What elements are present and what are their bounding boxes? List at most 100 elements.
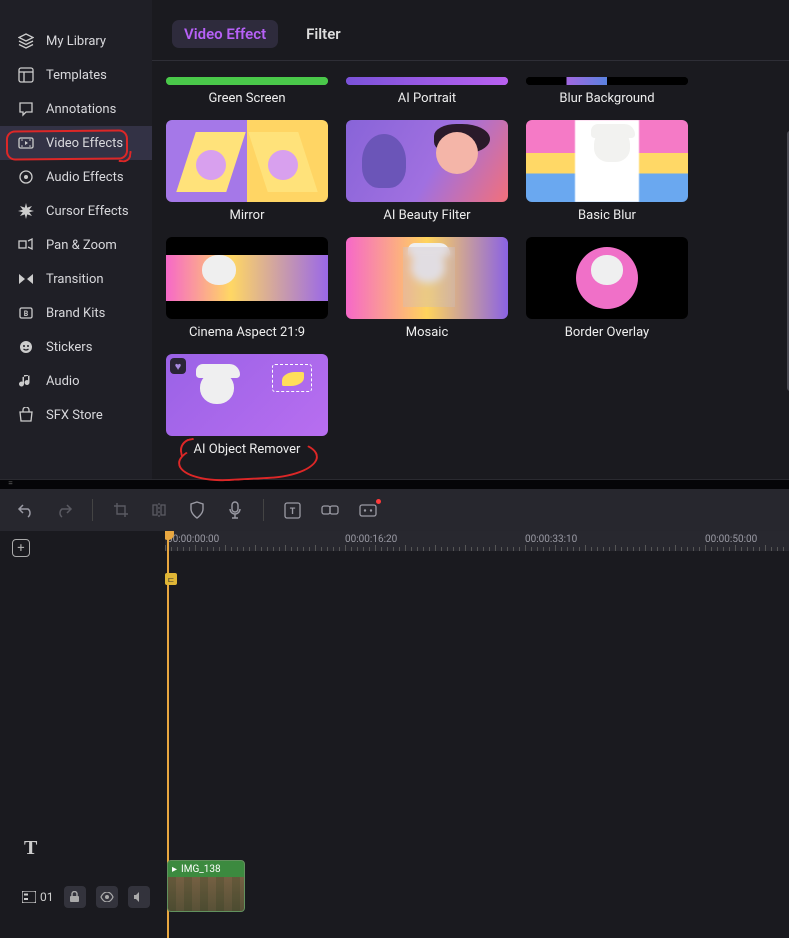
audio-fx-icon <box>18 169 34 185</box>
effect-label: Basic Blur <box>578 208 636 223</box>
sidebar-item-label: Video Effects <box>46 136 123 151</box>
sidebar-item-cursor-effects[interactable]: Cursor Effects <box>0 194 152 228</box>
effect-label: Mosaic <box>406 325 449 340</box>
effect-card-ai-portrait[interactable]: AI Portrait <box>346 77 508 106</box>
effect-thumbnail <box>346 237 508 319</box>
brand-icon: B <box>18 305 34 321</box>
effect-thumbnail <box>166 120 328 202</box>
effect-label: AI Object Remover <box>194 442 301 457</box>
sidebar-item-audio[interactable]: Audio <box>0 364 152 398</box>
effect-thumbnail <box>346 120 508 202</box>
transition-icon <box>18 271 34 287</box>
fx-button[interactable] <box>358 500 378 520</box>
split-button[interactable] <box>149 500 169 520</box>
crop-button[interactable] <box>111 500 131 520</box>
mute-button[interactable] <box>128 886 150 908</box>
layers-icon <box>18 33 34 49</box>
sidebar-item-my-library[interactable]: My Library <box>0 24 152 58</box>
sidebar-item-label: My Library <box>46 34 106 49</box>
audio-icon <box>18 373 34 389</box>
effect-thumbnail <box>166 237 328 319</box>
sidebar-item-audio-effects[interactable]: Audio Effects <box>0 160 152 194</box>
effect-thumbnail: ♥ <box>166 354 328 436</box>
effect-card-mirror[interactable]: Mirror <box>166 120 328 223</box>
video-clip[interactable]: ▸ IMG_138 <box>167 860 245 912</box>
ruler-timestamp: 00:00:00:00 <box>167 534 219 545</box>
tab-bar: Video Effect Filter <box>152 0 789 61</box>
ruler-timestamp: 00:00:33:10 <box>525 534 577 545</box>
sidebar-item-label: Transition <box>46 272 104 287</box>
effect-label: AI Portrait <box>398 91 456 106</box>
shield-button[interactable] <box>187 500 207 520</box>
sidebar-item-label: Audio <box>46 374 79 389</box>
sidebar-item-label: Annotations <box>46 102 116 117</box>
sidebar-item-label: Templates <box>46 68 107 83</box>
effect-card-blur-background[interactable]: Blur Background <box>526 77 688 106</box>
sidebar-item-brand-kits[interactable]: B Brand Kits <box>0 296 152 330</box>
ruler-timestamp: 00:00:16:20 <box>345 534 397 545</box>
text-box-button[interactable]: T <box>282 500 302 520</box>
track-indicator[interactable]: 01 <box>22 890 54 904</box>
sidebar-item-label: Brand Kits <box>46 306 105 321</box>
effect-card-green-screen[interactable]: Green Screen <box>166 77 328 106</box>
timeline-track-head: + T 01 <box>0 531 165 938</box>
pan-zoom-icon <box>18 237 34 253</box>
effect-card-basic-blur[interactable]: Basic Blur <box>526 120 688 223</box>
effect-label: Green Screen <box>208 91 285 106</box>
sidebar-item-label: Stickers <box>46 340 92 355</box>
tab-video-effect[interactable]: Video Effect <box>172 20 278 48</box>
sidebar-item-label: Pan & Zoom <box>46 238 117 253</box>
undo-button[interactable] <box>16 500 36 520</box>
sidebar-item-label: Audio Effects <box>46 170 124 185</box>
effect-card-ai-object-remover[interactable]: ♥ AI Object Remover <box>166 354 328 457</box>
mic-button[interactable] <box>225 500 245 520</box>
visibility-button[interactable] <box>96 886 118 908</box>
svg-text:T: T <box>289 507 295 517</box>
sidebar-item-label: SFX Store <box>46 408 103 423</box>
toolbar-separator <box>92 499 93 521</box>
panel-divider[interactable]: = <box>0 479 789 489</box>
sidebar-item-annotations[interactable]: Annotations <box>0 92 152 126</box>
link-button[interactable] <box>320 500 340 520</box>
sidebar-item-video-effects[interactable]: Video Effects <box>0 126 152 160</box>
sidebar-item-pan-zoom[interactable]: Pan & Zoom <box>0 228 152 262</box>
clip-label: IMG_138 <box>181 864 221 875</box>
effect-label: Border Overlay <box>565 325 649 340</box>
timeline: + T 01 00:00:00:00 00:00:16:20 00:00:33:10… <box>0 531 789 938</box>
timeline-ruler[interactable]: 00:00:00:0000:00:16:2000:00:33:1000:00:5… <box>165 531 789 551</box>
effect-label: Blur Background <box>559 91 654 106</box>
effect-label: AI Beauty Filter <box>383 208 470 223</box>
timeline-tracks-area[interactable]: 00:00:00:0000:00:16:2000:00:33:1000:00:5… <box>165 531 789 938</box>
sidebar-item-templates[interactable]: Templates <box>0 58 152 92</box>
effect-thumbnail <box>526 237 688 319</box>
cursor-fx-icon <box>18 203 34 219</box>
effects-grid: Green Screen AI Portrait Blur Background Mi… <box>152 61 786 479</box>
lock-button[interactable] <box>64 886 86 908</box>
sidebar-item-stickers[interactable]: Stickers <box>0 330 152 364</box>
notification-dot <box>376 499 381 504</box>
effect-card-border-overlay[interactable]: Border Overlay <box>526 237 688 340</box>
timeline-toolbar: T <box>0 489 789 531</box>
effect-card-cinema-aspect-21-9[interactable]: Cinema Aspect 21:9 <box>166 237 328 340</box>
sidebar-item-label: Cursor Effects <box>46 204 129 219</box>
effect-thumbnail <box>526 77 688 85</box>
sidebar-item-transition[interactable]: Transition <box>0 262 152 296</box>
track-controls: 01 <box>22 886 150 908</box>
template-icon <box>18 67 34 83</box>
sidebar-item-sfx-store[interactable]: SFX Store <box>0 398 152 432</box>
tab-filter[interactable]: Filter <box>294 20 353 48</box>
effect-card-mosaic[interactable]: Mosaic <box>346 237 508 340</box>
sidebar: My Library Templates Annotations Video Effe… <box>0 0 152 479</box>
track-count: 01 <box>40 890 54 904</box>
redo-button[interactable] <box>54 500 74 520</box>
effect-thumbnail <box>166 77 328 85</box>
video-fx-icon <box>18 135 34 151</box>
effect-card-ai-beauty-filter[interactable]: AI Beauty Filter <box>346 120 508 223</box>
video-icon: ▸ <box>172 864 177 875</box>
add-track-button[interactable]: + <box>12 539 30 557</box>
main-panel: Video Effect Filter Green Screen AI Portra… <box>152 0 789 479</box>
text-tool-button[interactable]: T <box>24 837 37 860</box>
marker-clip[interactable]: ⊏ <box>165 573 177 585</box>
sticker-icon <box>18 339 34 355</box>
toolbar-separator <box>263 499 264 521</box>
